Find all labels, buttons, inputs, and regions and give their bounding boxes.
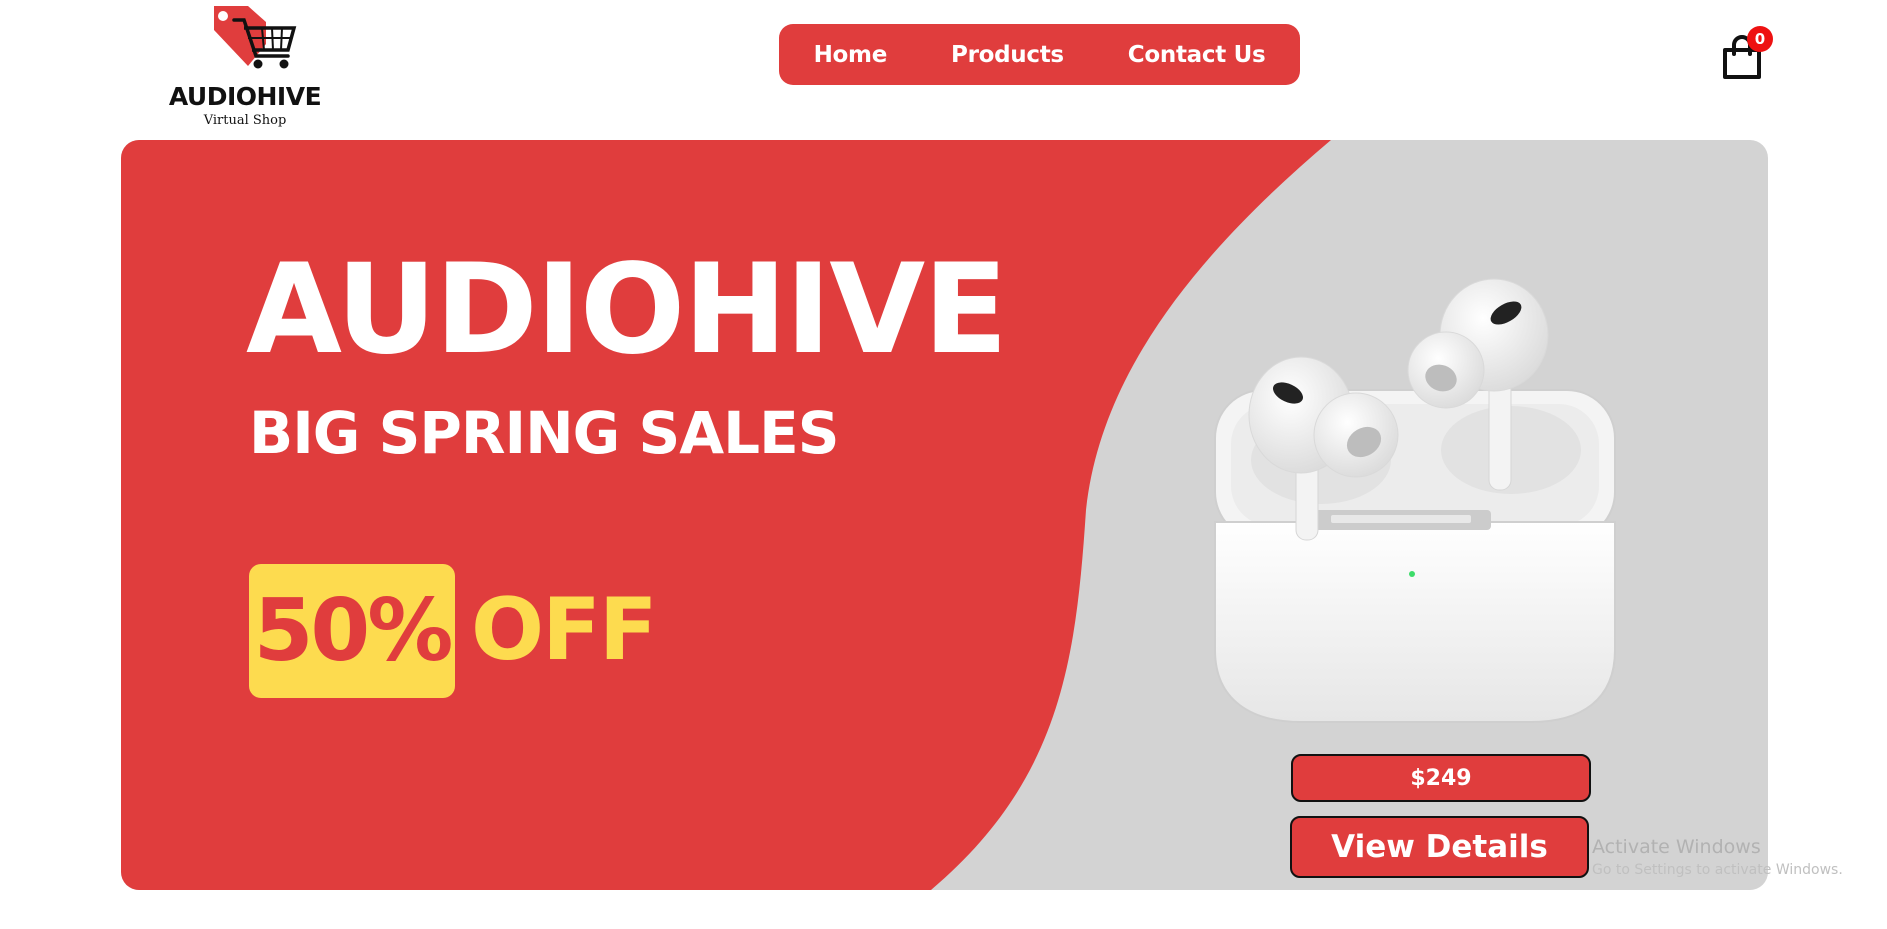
watermark-subtitle: Go to Settings to activate Windows.	[1592, 862, 1843, 878]
discount-suffix: OFF	[471, 580, 658, 680]
banner-subheadline: BIG SPRING SALES	[249, 399, 839, 467]
brand-tagline: Virtual Shop	[203, 113, 287, 128]
hero-banner: AUDIOHIVE BIG SPRING SALES 50% OFF $249 …	[121, 140, 1768, 890]
brand-logo[interactable]: AUDIOHIVE Virtual Shop	[168, 0, 338, 132]
cart-count-badge: 0	[1747, 26, 1773, 52]
watermark-title: Activate Windows	[1592, 836, 1761, 858]
price-tag: $249	[1291, 754, 1591, 802]
discount-value: 50%	[253, 581, 454, 681]
banner-headline: AUDIOHIVE	[246, 238, 1008, 382]
nav-home-link[interactable]: Home	[814, 42, 888, 68]
brand-name: AUDIOHIVE	[168, 82, 322, 111]
main-nav: Home Products Contact Us	[779, 24, 1300, 85]
nav-contact-link[interactable]: Contact Us	[1128, 42, 1266, 68]
earbuds-product-image	[1214, 278, 1616, 723]
cart-button[interactable]: 0	[1712, 22, 1773, 82]
shopping-cart-tag-icon	[214, 6, 297, 69]
nav-products-link[interactable]: Products	[951, 42, 1064, 68]
discount-badge: 50%	[249, 564, 455, 698]
view-details-button[interactable]: View Details	[1290, 816, 1589, 878]
windows-activation-watermark: Activate Windows Go to Settings to activ…	[1592, 836, 1843, 878]
